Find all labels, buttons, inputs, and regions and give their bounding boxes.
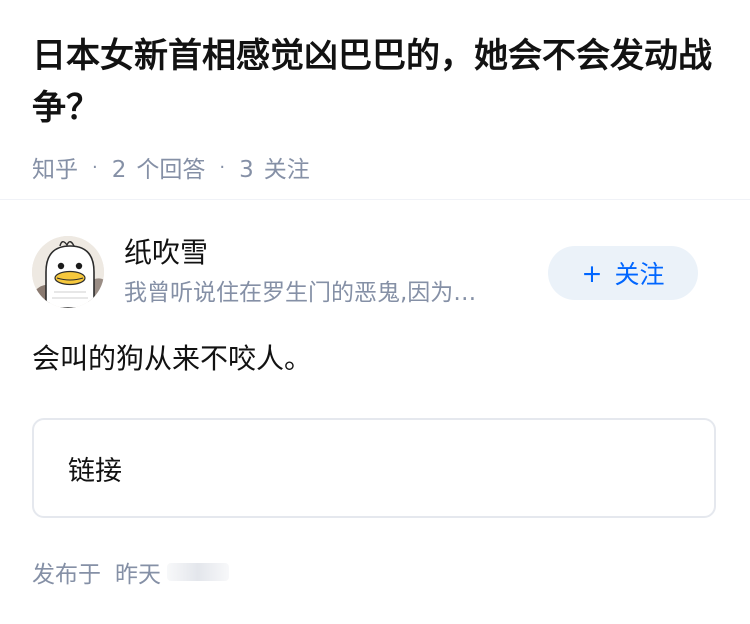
question-meta: 知乎 · 2 个回答 · 3 关注 xyxy=(32,150,722,184)
answer-count-label: 个回答 xyxy=(136,157,206,183)
follow-button-label: 关注 xyxy=(614,260,665,289)
author-row: 纸吹雪 我曾听说住在罗生门的恶鬼,因为… + 关注 xyxy=(32,234,718,310)
answer-count-number: 2 xyxy=(111,157,127,183)
blurred-time-detail xyxy=(167,563,229,581)
plus-icon: + xyxy=(581,258,603,288)
cartoon-duck-avatar-icon xyxy=(32,236,104,308)
link-card-label: 链接 xyxy=(68,455,122,487)
publish-label: 发布于 xyxy=(32,562,101,588)
publish-time: 昨天 xyxy=(115,562,161,588)
author-name[interactable]: 纸吹雪 xyxy=(124,234,208,272)
answer-count[interactable]: 2 个回答 xyxy=(112,150,206,184)
question-title[interactable]: 日本女新首相感觉凶巴巴的，她会不会发动战争？ xyxy=(32,30,722,134)
meta-separator: · xyxy=(92,156,98,178)
author-bio: 我曾听说住在罗生门的恶鬼,因为… xyxy=(124,280,477,306)
meta-separator: · xyxy=(219,156,226,178)
link-card[interactable]: 链接 xyxy=(32,418,716,518)
section-divider xyxy=(0,199,750,200)
source-label[interactable]: 知乎 xyxy=(32,150,78,184)
author-avatar[interactable] xyxy=(32,236,104,308)
follower-count-label: 关注 xyxy=(263,157,310,183)
follow-button[interactable]: + 关注 xyxy=(548,246,698,300)
follower-count-number: 3 xyxy=(239,157,254,183)
question-header: 日本女新首相感觉凶巴巴的，她会不会发动战争？ 知乎 · 2 个回答 · 3 关注 xyxy=(32,30,722,184)
answer-content: 会叫的狗从来不咬人。 xyxy=(32,342,313,375)
publish-info: 发布于 昨天 xyxy=(32,555,229,589)
follower-count[interactable]: 3 关注 xyxy=(239,150,310,184)
